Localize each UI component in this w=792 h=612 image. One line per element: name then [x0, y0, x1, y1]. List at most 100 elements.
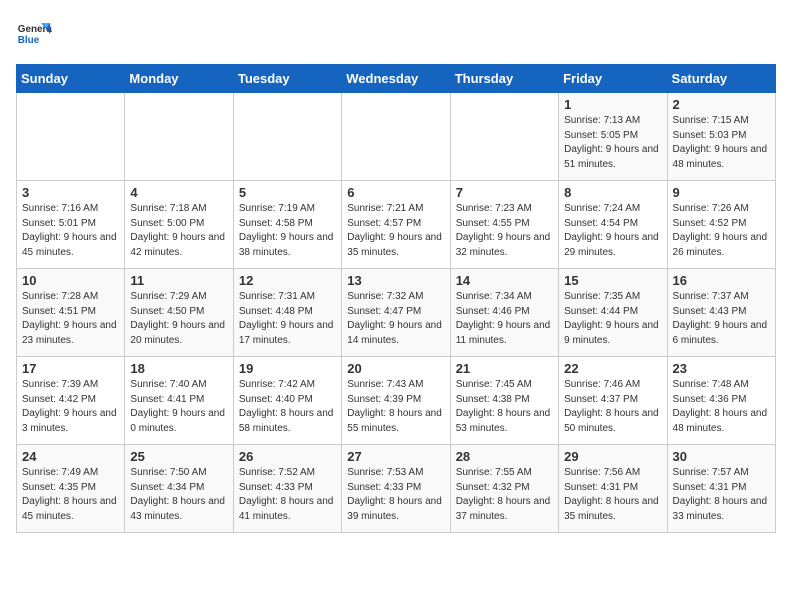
calendar-cell: 27 Sunrise: 7:53 AM Sunset: 4:33 PM Dayli…	[342, 445, 450, 533]
day-header: Monday	[125, 65, 233, 93]
calendar-week-row: 17 Sunrise: 7:39 AM Sunset: 4:42 PM Dayli…	[17, 357, 776, 445]
day-number: 15	[564, 273, 661, 288]
day-number: 13	[347, 273, 444, 288]
day-header: Sunday	[17, 65, 125, 93]
day-info: Sunrise: 7:56 AM Sunset: 4:31 PM Dayligh…	[564, 466, 661, 524]
day-info: Sunrise: 7:18 AM Sunset: 5:00 PM Dayligh…	[130, 202, 227, 260]
calendar-cell: 14 Sunrise: 7:34 AM Sunset: 4:46 PM Dayli…	[450, 269, 558, 357]
calendar-cell: 3 Sunrise: 7:16 AM Sunset: 5:01 PM Daylig…	[17, 181, 125, 269]
day-info: Sunrise: 7:49 AM Sunset: 4:35 PM Dayligh…	[22, 466, 119, 524]
day-number: 28	[456, 449, 553, 464]
day-number: 22	[564, 361, 661, 376]
day-number: 6	[347, 185, 444, 200]
page-header: General Blue	[16, 16, 776, 52]
day-header: Thursday	[450, 65, 558, 93]
logo-icon: General Blue	[16, 16, 52, 52]
day-header: Friday	[559, 65, 667, 93]
day-number: 27	[347, 449, 444, 464]
day-header: Wednesday	[342, 65, 450, 93]
day-info: Sunrise: 7:37 AM Sunset: 4:43 PM Dayligh…	[673, 290, 770, 348]
day-info: Sunrise: 7:35 AM Sunset: 4:44 PM Dayligh…	[564, 290, 661, 348]
day-number: 29	[564, 449, 661, 464]
calendar-cell	[125, 93, 233, 181]
calendar-cell: 24 Sunrise: 7:49 AM Sunset: 4:35 PM Dayli…	[17, 445, 125, 533]
calendar-cell	[342, 93, 450, 181]
day-info: Sunrise: 7:32 AM Sunset: 4:47 PM Dayligh…	[347, 290, 444, 348]
calendar-cell: 11Sunrise: 7:29 AM Sunset: 4:50 PM Dayli…	[125, 269, 233, 357]
calendar-cell: 6 Sunrise: 7:21 AM Sunset: 4:57 PM Daylig…	[342, 181, 450, 269]
day-number: 12	[239, 273, 336, 288]
day-info: Sunrise: 7:31 AM Sunset: 4:48 PM Dayligh…	[239, 290, 336, 348]
calendar-cell: 9 Sunrise: 7:26 AM Sunset: 4:52 PM Daylig…	[667, 181, 775, 269]
day-number: 16	[673, 273, 770, 288]
calendar-cell: 20 Sunrise: 7:43 AM Sunset: 4:39 PM Dayli…	[342, 357, 450, 445]
calendar-cell: 18Sunrise: 7:40 AM Sunset: 4:41 PM Dayli…	[125, 357, 233, 445]
calendar-cell: 8 Sunrise: 7:24 AM Sunset: 4:54 PM Daylig…	[559, 181, 667, 269]
day-info: Sunrise: 7:53 AM Sunset: 4:33 PM Dayligh…	[347, 466, 444, 524]
header-row: SundayMondayTuesdayWednesdayThursdayFrid…	[17, 65, 776, 93]
calendar-cell: 28 Sunrise: 7:55 AM Sunset: 4:32 PM Dayli…	[450, 445, 558, 533]
calendar-cell	[233, 93, 341, 181]
calendar-cell	[450, 93, 558, 181]
day-info: Sunrise: 7:48 AM Sunset: 4:36 PM Dayligh…	[673, 378, 770, 436]
calendar-cell: 4Sunrise: 7:18 AM Sunset: 5:00 PM Daylig…	[125, 181, 233, 269]
day-number: 2	[673, 97, 770, 112]
calendar-week-row: 10 Sunrise: 7:28 AM Sunset: 4:51 PM Dayli…	[17, 269, 776, 357]
day-number: 5	[239, 185, 336, 200]
calendar-week-row: 1 Sunrise: 7:13 AM Sunset: 5:05 PM Daylig…	[17, 93, 776, 181]
day-number: 10	[22, 273, 119, 288]
day-info: Sunrise: 7:16 AM Sunset: 5:01 PM Dayligh…	[22, 202, 119, 260]
day-number: 14	[456, 273, 553, 288]
day-number: 23	[673, 361, 770, 376]
calendar-cell: 10 Sunrise: 7:28 AM Sunset: 4:51 PM Dayli…	[17, 269, 125, 357]
calendar-week-row: 3 Sunrise: 7:16 AM Sunset: 5:01 PM Daylig…	[17, 181, 776, 269]
day-number: 25	[130, 449, 227, 464]
calendar-cell: 12 Sunrise: 7:31 AM Sunset: 4:48 PM Dayli…	[233, 269, 341, 357]
calendar-cell: 17 Sunrise: 7:39 AM Sunset: 4:42 PM Dayli…	[17, 357, 125, 445]
calendar-cell: 19Sunrise: 7:42 AM Sunset: 4:40 PM Dayli…	[233, 357, 341, 445]
day-info: Sunrise: 7:57 AM Sunset: 4:31 PM Dayligh…	[673, 466, 770, 524]
day-info: Sunrise: 7:34 AM Sunset: 4:46 PM Dayligh…	[456, 290, 553, 348]
day-info: Sunrise: 7:46 AM Sunset: 4:37 PM Dayligh…	[564, 378, 661, 436]
day-number: 9	[673, 185, 770, 200]
day-header: Tuesday	[233, 65, 341, 93]
day-info: Sunrise: 7:43 AM Sunset: 4:39 PM Dayligh…	[347, 378, 444, 436]
day-info: Sunrise: 7:39 AM Sunset: 4:42 PM Dayligh…	[22, 378, 119, 436]
calendar-week-row: 24 Sunrise: 7:49 AM Sunset: 4:35 PM Dayli…	[17, 445, 776, 533]
day-info: Sunrise: 7:45 AM Sunset: 4:38 PM Dayligh…	[456, 378, 553, 436]
calendar-cell: 21 Sunrise: 7:45 AM Sunset: 4:38 PM Dayli…	[450, 357, 558, 445]
calendar-cell: 23 Sunrise: 7:48 AM Sunset: 4:36 PM Dayli…	[667, 357, 775, 445]
calendar-cell: 16 Sunrise: 7:37 AM Sunset: 4:43 PM Dayli…	[667, 269, 775, 357]
calendar-cell: 1 Sunrise: 7:13 AM Sunset: 5:05 PM Daylig…	[559, 93, 667, 181]
day-header: Saturday	[667, 65, 775, 93]
day-info: Sunrise: 7:15 AM Sunset: 5:03 PM Dayligh…	[673, 114, 770, 172]
day-info: Sunrise: 7:55 AM Sunset: 4:32 PM Dayligh…	[456, 466, 553, 524]
svg-text:Blue: Blue	[18, 35, 40, 46]
day-info: Sunrise: 7:24 AM Sunset: 4:54 PM Dayligh…	[564, 202, 661, 260]
day-info: Sunrise: 7:52 AM Sunset: 4:33 PM Dayligh…	[239, 466, 336, 524]
calendar-cell: 2 Sunrise: 7:15 AM Sunset: 5:03 PM Daylig…	[667, 93, 775, 181]
day-number: 1	[564, 97, 661, 112]
day-info: Sunrise: 7:21 AM Sunset: 4:57 PM Dayligh…	[347, 202, 444, 260]
calendar-cell: 15 Sunrise: 7:35 AM Sunset: 4:44 PM Dayli…	[559, 269, 667, 357]
day-number: 17	[22, 361, 119, 376]
day-info: Sunrise: 7:50 AM Sunset: 4:34 PM Dayligh…	[130, 466, 227, 524]
day-number: 11	[130, 273, 227, 288]
day-number: 21	[456, 361, 553, 376]
day-number: 8	[564, 185, 661, 200]
day-info: Sunrise: 7:26 AM Sunset: 4:52 PM Dayligh…	[673, 202, 770, 260]
day-number: 30	[673, 449, 770, 464]
day-number: 7	[456, 185, 553, 200]
day-number: 24	[22, 449, 119, 464]
day-info: Sunrise: 7:13 AM Sunset: 5:05 PM Dayligh…	[564, 114, 661, 172]
day-info: Sunrise: 7:28 AM Sunset: 4:51 PM Dayligh…	[22, 290, 119, 348]
calendar-cell: 7Sunrise: 7:23 AM Sunset: 4:55 PM Daylig…	[450, 181, 558, 269]
day-number: 26	[239, 449, 336, 464]
calendar-cell: 26 Sunrise: 7:52 AM Sunset: 4:33 PM Dayli…	[233, 445, 341, 533]
day-number: 18	[130, 361, 227, 376]
day-info: Sunrise: 7:19 AM Sunset: 4:58 PM Dayligh…	[239, 202, 336, 260]
calendar-cell: 25 Sunrise: 7:50 AM Sunset: 4:34 PM Dayli…	[125, 445, 233, 533]
day-number: 20	[347, 361, 444, 376]
day-number: 3	[22, 185, 119, 200]
calendar-cell: 29 Sunrise: 7:56 AM Sunset: 4:31 PM Dayli…	[559, 445, 667, 533]
